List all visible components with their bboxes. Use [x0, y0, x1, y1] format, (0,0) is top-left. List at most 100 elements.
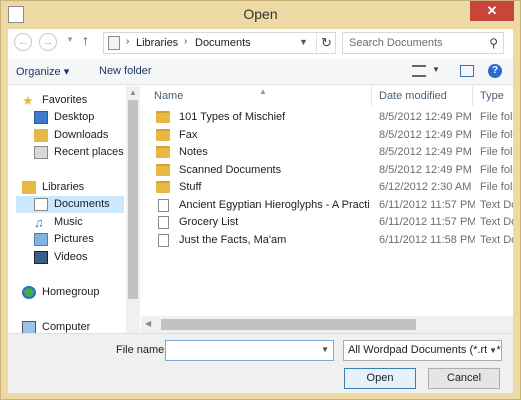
file-date-modified: 8/5/2012 12:49 PM [379, 146, 472, 158]
cancel-button[interactable]: Cancel [428, 368, 500, 389]
desktop-icon [34, 111, 48, 124]
new-folder-button[interactable]: New folder [99, 65, 152, 77]
documents-icon [34, 198, 48, 211]
preview-pane-icon[interactable] [460, 65, 474, 77]
nav-videos[interactable]: Videos [34, 249, 124, 266]
nav-desktop[interactable]: Desktop [34, 109, 124, 126]
breadcrumb-libraries[interactable]: Libraries [136, 37, 178, 49]
file-type: File folder [480, 111, 513, 123]
dialog-footer: File name: ▼ All Wordpad Documents (*.rt… [8, 333, 513, 393]
search-input[interactable] [343, 33, 483, 53]
nav-libraries[interactable]: Libraries [22, 179, 122, 196]
star-icon: ★ [22, 93, 34, 108]
file-type: File folder [480, 181, 513, 193]
library-location-icon [108, 36, 120, 50]
search-icon[interactable]: ⚲ [489, 36, 498, 50]
search-box[interactable]: ⚲ [342, 32, 504, 54]
file-type-filter-value: All Wordpad Documents (*.rtf, * [348, 344, 501, 356]
file-row[interactable]: Ancient Egyptian Hieroglyphs - A Practic… [141, 197, 513, 214]
file-row[interactable]: Notes 8/5/2012 12:49 PM File folder [141, 144, 513, 161]
file-date-modified: 6/11/2012 11:57 PM [379, 198, 475, 211]
file-name: Just the Facts, Ma'am [179, 233, 287, 246]
file-date-modified: 6/11/2012 11:57 PM [379, 216, 475, 228]
file-type: File folder [480, 128, 513, 141]
file-row[interactable]: Just the Facts, Ma'am 6/11/2012 11:58 PM T… [141, 232, 513, 249]
nav-homegroup[interactable]: Homegroup [22, 284, 122, 301]
horizontal-scroll-thumb[interactable] [161, 319, 416, 330]
file-name: Scanned Documents [179, 163, 282, 176]
file-date-modified: 6/11/2012 11:58 PM [379, 233, 475, 246]
nav-recent-places[interactable]: Recent places [34, 144, 124, 161]
homegroup-icon [22, 286, 36, 299]
horizontal-scrollbar[interactable]: ◀ [141, 316, 513, 333]
downloads-icon [34, 129, 48, 142]
file-date-modified: 8/5/2012 12:49 PM [379, 163, 472, 176]
view-options-chevron-icon[interactable]: ▼ [432, 65, 440, 74]
title-bar[interactable]: Open ✕ [1, 1, 520, 28]
window-title: Open [243, 6, 278, 22]
change-view-icon[interactable] [412, 65, 426, 77]
address-bar[interactable]: › Libraries › Documents ▼ ↻ [103, 32, 336, 54]
column-header-type[interactable]: Type [473, 86, 513, 106]
breadcrumb-documents[interactable]: Documents [195, 37, 251, 49]
help-icon[interactable]: ? [488, 64, 502, 78]
file-type: Text Docu [480, 198, 513, 211]
file-date-modified: 8/5/2012 12:49 PM [379, 111, 472, 123]
nav-computer[interactable]: Computer [22, 319, 122, 333]
close-button[interactable]: ✕ [470, 1, 514, 21]
open-button[interactable]: Open [344, 368, 416, 389]
column-header-name[interactable]: Name ▲ [141, 86, 372, 106]
file-name-input[interactable] [166, 341, 316, 360]
text-document-icon [158, 233, 169, 247]
organize-button[interactable]: Organize ▾ [16, 65, 69, 78]
folder-icon [156, 146, 170, 158]
sort-ascending-icon: ▲ [259, 87, 267, 96]
up-button[interactable]: ↑ [82, 32, 89, 48]
folder-icon [156, 163, 170, 176]
file-row[interactable]: Grocery List 6/11/2012 11:57 PM Text Docu [141, 214, 513, 231]
file-name: Grocery List [179, 216, 239, 228]
text-document-icon [158, 198, 169, 212]
file-row[interactable]: Stuff 6/12/2012 2:30 AM File folder [141, 179, 513, 196]
dialog-client: ← → ▼ ↑ › Libraries › Documents ▼ ↻ ⚲ Or… [8, 29, 513, 393]
nav-pictures[interactable]: Pictures [34, 231, 124, 248]
forward-button[interactable]: → [39, 33, 57, 51]
open-dialog: Open ✕ ← → ▼ ↑ › Libraries › Documents ▼… [0, 0, 521, 400]
nav-downloads[interactable]: Downloads [34, 127, 124, 144]
navigation-pane: ★ Favorites Desktop Downloads Recent pla… [8, 86, 140, 333]
file-row[interactable]: 101 Types of Mischief 8/5/2012 12:49 PM Fi… [141, 109, 513, 126]
scroll-up-arrow-icon[interactable]: ▲ [129, 88, 137, 97]
file-date-modified: 6/12/2012 2:30 AM [379, 181, 472, 193]
back-button[interactable]: ← [14, 33, 32, 51]
file-type: Text Docu [480, 216, 513, 228]
breadcrumb-separator[interactable]: › [126, 36, 129, 47]
file-name-chevron-icon[interactable]: ▼ [321, 345, 329, 354]
file-type-chevron-icon[interactable]: ▼ [487, 341, 497, 360]
file-name: Notes [179, 146, 208, 158]
nav-favorites[interactable]: ★ Favorites [22, 92, 122, 109]
file-list: Name ▲ Date modified Type 101 Types of M… [141, 86, 513, 333]
refresh-button[interactable]: ↻ [316, 33, 336, 53]
nav-music[interactable]: ♫ Music [34, 214, 124, 231]
command-bar: Organize ▾ New folder ▼ ? [8, 59, 513, 85]
nav-scroll-thumb[interactable] [128, 100, 138, 299]
file-row[interactable]: Fax 8/5/2012 12:49 PM File folder [141, 127, 513, 144]
nav-documents[interactable]: Documents [16, 196, 124, 213]
scroll-left-arrow-icon[interactable]: ◀ [145, 319, 151, 328]
file-name: Ancient Egyptian Hieroglyphs - A Practic… [179, 198, 369, 211]
address-dropdown-chevron-icon[interactable]: ▼ [299, 37, 308, 47]
nav-scrollbar[interactable]: ▲ [126, 86, 140, 333]
computer-icon [22, 321, 36, 333]
libraries-icon [22, 181, 36, 194]
file-type: File folder [480, 146, 513, 158]
text-document-icon [158, 216, 169, 229]
folder-icon [156, 111, 170, 123]
address-row: ← → ▼ ↑ › Libraries › Documents ▼ ↻ ⚲ [8, 29, 513, 59]
file-type: Text Docu [480, 233, 513, 246]
file-name-combobox[interactable]: ▼ [165, 340, 334, 361]
column-header-date[interactable]: Date modified [372, 86, 473, 106]
recent-locations-chevron-icon[interactable]: ▼ [66, 35, 74, 44]
file-row[interactable]: Scanned Documents 8/5/2012 12:49 PM File f… [141, 162, 513, 179]
breadcrumb-separator[interactable]: › [184, 36, 187, 47]
file-type-filter[interactable]: All Wordpad Documents (*.rtf, * ▼ [343, 340, 502, 361]
